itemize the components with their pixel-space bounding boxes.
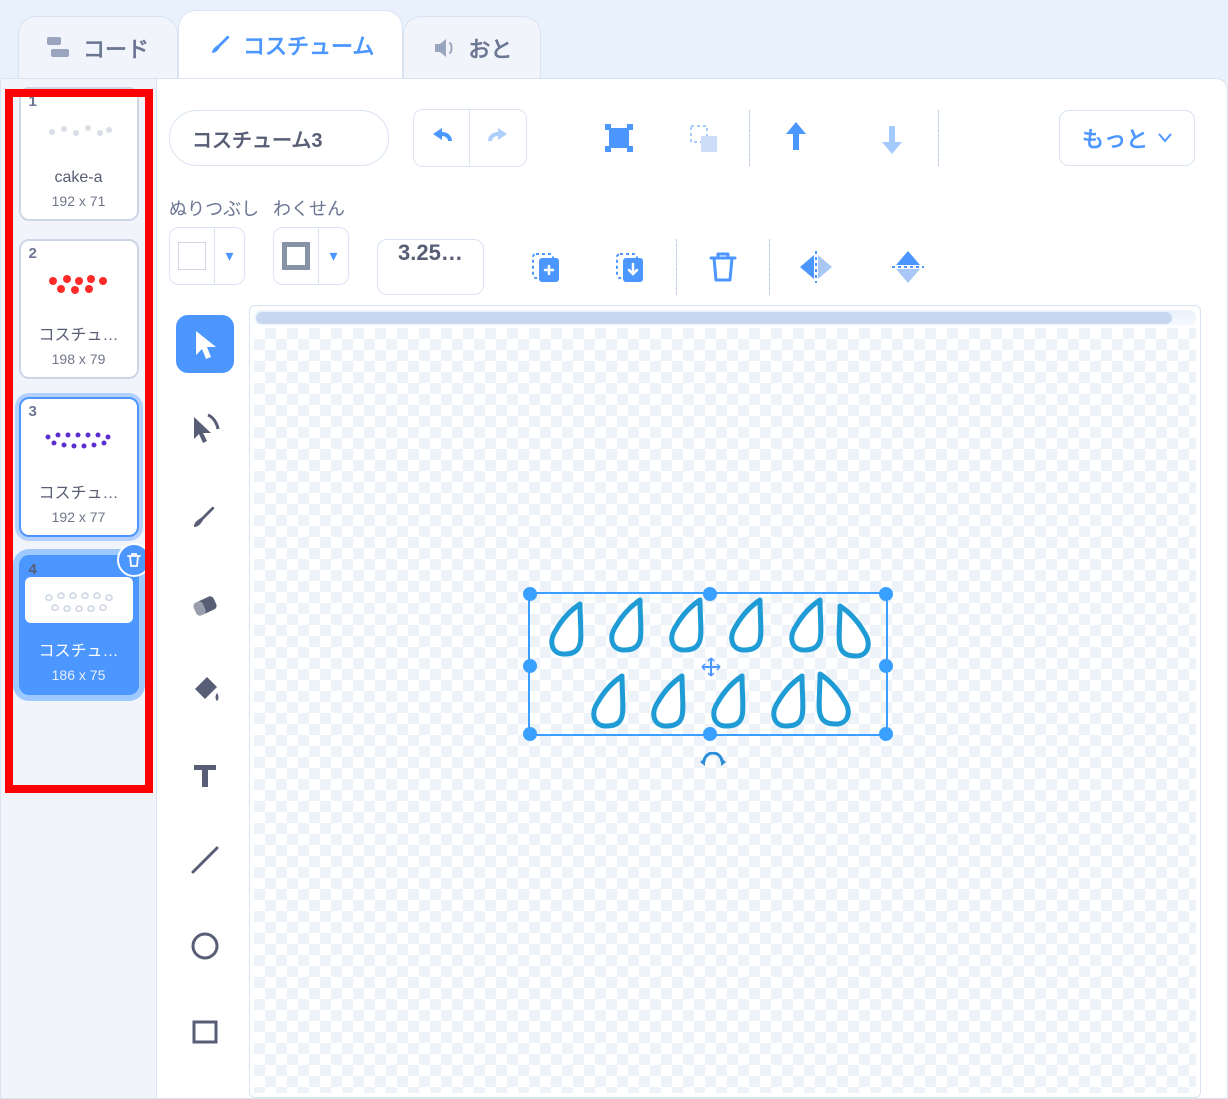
paste-button[interactable] <box>602 239 658 295</box>
costume-name: cake-a <box>25 169 133 187</box>
outline-swatch <box>274 228 318 284</box>
tab-sounds-label: おと <box>468 32 512 64</box>
undo-button[interactable] <box>414 110 470 166</box>
costume-tile-1[interactable]: 1 cake-a 192 x 71 <box>19 87 139 221</box>
costume-name-input[interactable] <box>169 110 389 166</box>
flip-horizontal-button[interactable] <box>788 239 844 295</box>
text-tool[interactable] <box>176 745 234 803</box>
brush-tool[interactable] <box>176 487 234 545</box>
brush-icon <box>207 32 233 58</box>
flip-vertical-button[interactable] <box>880 239 936 295</box>
editor-toolbar-2: ぬりつぶし ▾ わくせん ▾ 3.25… <box>169 185 1227 295</box>
costume-number: 3 <box>29 403 37 420</box>
costume-tile-3[interactable]: 3 コスチュ… 192 x 77 <box>19 397 139 537</box>
separator <box>769 239 770 295</box>
rotate-handle[interactable] <box>698 752 728 776</box>
selection-box[interactable] <box>528 592 888 736</box>
tab-costumes-label: コスチューム <box>243 29 374 61</box>
costume-size: 192 x 77 <box>25 509 133 525</box>
caret-down-icon <box>1158 133 1172 143</box>
rectangle-tool[interactable] <box>176 1003 234 1061</box>
redo-button[interactable] <box>470 110 526 166</box>
select-tool[interactable] <box>176 315 234 373</box>
undo-redo-group <box>413 109 527 167</box>
editor-toolbar-1: もっと <box>169 97 1227 179</box>
group-button[interactable] <box>591 110 647 166</box>
caret-down-icon: ▾ <box>318 228 348 284</box>
paint-editor: 1 cake-a 192 x 71 2 コスチュ… 198 x 79 3 コスチ… <box>0 78 1228 1099</box>
fill-tool[interactable] <box>176 659 234 717</box>
costume-tile-2[interactable]: 2 コスチュ… 198 x 79 <box>19 239 139 379</box>
code-icon <box>47 35 73 61</box>
tab-costumes[interactable]: コスチューム <box>178 10 403 78</box>
more-button[interactable]: もっと <box>1059 110 1195 166</box>
separator <box>676 239 677 295</box>
fill-color-picker[interactable]: ▾ <box>169 227 245 285</box>
copy-button[interactable] <box>518 239 574 295</box>
separator <box>749 110 750 166</box>
editor-tabs: コード コスチューム おと <box>0 0 1228 78</box>
eraser-tool[interactable] <box>176 573 234 631</box>
more-label: もっと <box>1082 122 1148 154</box>
costume-number: 4 <box>29 561 37 578</box>
separator <box>938 110 939 166</box>
tab-code-label: コード <box>83 32 149 64</box>
canvas-area <box>169 305 1227 1098</box>
outline-label: わくせん <box>273 195 345 221</box>
scrollbar-thumb[interactable] <box>256 312 1172 324</box>
costume-number: 2 <box>29 245 37 262</box>
tool-strip <box>169 305 241 1098</box>
circle-tool[interactable] <box>176 917 234 975</box>
line-tool[interactable] <box>176 831 234 889</box>
costume-tile-4[interactable]: 4 コスチュ… 186 x 75 <box>19 555 139 695</box>
delete-costume-button[interactable] <box>117 543 151 577</box>
costume-name: コスチュ… <box>25 321 133 345</box>
costume-preview <box>25 419 133 465</box>
backward-button[interactable] <box>864 110 920 166</box>
ungroup-button[interactable] <box>675 110 731 166</box>
outline-color-picker[interactable]: ▾ <box>273 227 349 285</box>
artwork-content <box>530 594 890 738</box>
caret-down-icon: ▾ <box>214 228 244 284</box>
outline-thickness-input[interactable]: 3.25… <box>377 239 484 295</box>
costume-size: 198 x 79 <box>25 351 133 367</box>
costume-number: 1 <box>29 93 37 110</box>
costume-name: コスチュ… <box>25 479 133 503</box>
editor-panel: もっと ぬりつぶし ▾ わくせん ▾ 3.25… <box>157 79 1227 1098</box>
costume-size: 186 x 75 <box>25 667 133 683</box>
scrollbar-horizontal[interactable] <box>254 310 1196 326</box>
sound-icon <box>432 35 458 61</box>
fill-label: ぬりつぶし <box>169 195 259 221</box>
delete-button[interactable] <box>695 239 751 295</box>
costume-name: コスチュ… <box>25 637 133 661</box>
reshape-tool[interactable] <box>176 401 234 459</box>
costume-preview <box>25 577 133 623</box>
tab-code[interactable]: コード <box>18 16 178 78</box>
costume-size: 192 x 71 <box>25 193 133 209</box>
fill-swatch <box>170 228 214 284</box>
costume-preview <box>25 261 133 307</box>
tab-sounds[interactable]: おと <box>403 16 541 78</box>
forward-button[interactable] <box>768 110 824 166</box>
costume-list: 1 cake-a 192 x 71 2 コスチュ… 198 x 79 3 コスチ… <box>1 79 157 1098</box>
costume-preview <box>25 109 133 155</box>
paint-canvas[interactable] <box>249 305 1201 1098</box>
